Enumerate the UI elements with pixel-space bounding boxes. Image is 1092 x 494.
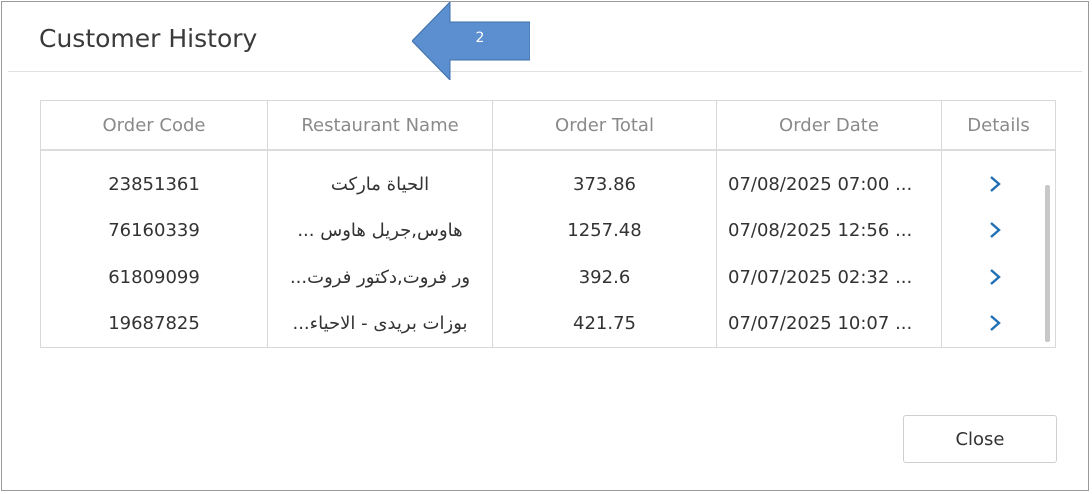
chevron-right-icon[interactable] [988,313,1002,333]
restaurant-name-cell: ور فروت,دكتور فروت... [289,267,471,288]
order-total-cell: 373.86 [573,174,636,195]
restaurant-name-cell: بوزات بريدى - الاحياء... [292,313,468,334]
vertical-scrollbar[interactable] [1045,185,1050,342]
order-date-cell: 07/08/2025 07:00 ... [728,174,913,195]
order-total-cell: 392.6 [578,267,631,288]
customer-history-dialog: Customer History Order Code Restaurant N… [1,1,1089,491]
order-code-cell: 76160339 [108,220,200,241]
restaurant-name-cell: الحياة ماركت [330,174,430,195]
orders-table: Order Code Restaurant Name Order Total O… [40,100,1056,348]
chevron-right-icon[interactable] [988,220,1002,240]
header-order-total[interactable]: Order Total [493,101,716,149]
header-order-date[interactable]: Order Date [717,101,941,149]
order-date-cell: 07/08/2025 12:56 ... [728,220,913,241]
order-code-cell: 19687825 [108,313,200,334]
order-date-cell: 07/07/2025 02:32 ... [728,267,913,288]
order-total-cell: 421.75 [573,313,636,334]
restaurant-name-cell: هاوس,جريل هاوس ... [297,220,463,241]
close-button[interactable]: Close [903,415,1057,463]
order-date-cell: 07/07/2025 10:07 ... [728,313,913,334]
dialog-title: Customer History [39,24,258,53]
order-code-cell: 23851361 [108,174,200,195]
order-code-cell: 61809099 [108,267,200,288]
header-restaurant-name[interactable]: Restaurant Name [268,101,492,149]
chevron-right-icon[interactable] [988,267,1002,287]
header-divider [41,149,1055,151]
header-order-code[interactable]: Order Code [41,101,267,149]
header-details[interactable]: Details [942,101,1055,149]
annotation-step-label: 2 [475,30,485,46]
title-divider [8,71,1082,72]
chevron-right-icon[interactable] [988,174,1002,194]
order-total-cell: 1257.48 [567,220,642,241]
